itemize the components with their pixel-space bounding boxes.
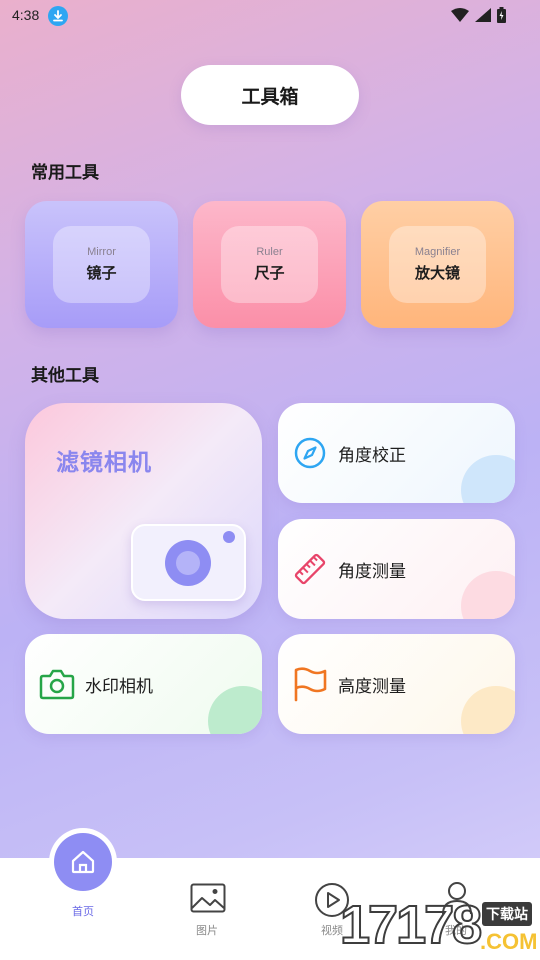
nav-home-label[interactable]: 首页 (53, 903, 113, 919)
site-watermark: 17178 下载站 .COM (339, 894, 540, 960)
angle-measure-label: 角度测量 (338, 561, 406, 582)
magnifier-tool-subtitle: Magnifier (414, 246, 461, 258)
status-time: 4:38 (12, 7, 40, 23)
section-title-other: 其他工具 (31, 366, 99, 386)
filter-camera-label: 滤镜相机 (56, 450, 152, 476)
height-measure-card[interactable]: 高度测量 (278, 634, 515, 734)
home-icon (71, 850, 95, 874)
flag-icon (292, 666, 328, 702)
ruler-tool-label: 尺子 (254, 264, 285, 282)
nav-home-button[interactable] (54, 833, 112, 891)
angle-correct-card[interactable]: 角度校正 (278, 403, 515, 503)
angle-correct-label: 角度校正 (338, 445, 406, 466)
camera-icon (39, 666, 75, 702)
camera-icon (131, 524, 246, 601)
watermark-com: .COM (480, 929, 538, 954)
magnifier-tool-inner: Magnifier 放大镜 (389, 226, 486, 303)
watermark-digits: 17178 (339, 894, 483, 956)
mirror-tool-subtitle: Mirror (87, 246, 116, 258)
ruler-tool-card[interactable]: Ruler 尺子 (193, 201, 346, 328)
battery-icon (497, 7, 506, 23)
mirror-tool-label: 镜子 (86, 264, 117, 282)
wifi-icon (451, 8, 469, 22)
filter-camera-card[interactable]: 滤镜相机 (25, 403, 262, 619)
height-measure-label: 高度测量 (338, 676, 406, 697)
magnifier-tool-card[interactable]: Magnifier 放大镜 (361, 201, 514, 328)
mirror-tool-card[interactable]: Mirror 镜子 (25, 201, 178, 328)
angle-measure-card[interactable]: 角度测量 (278, 519, 515, 619)
image-icon[interactable] (190, 883, 226, 913)
magnifier-tool-label: 放大镜 (414, 264, 460, 282)
ruler-tool-inner: Ruler 尺子 (221, 226, 318, 303)
watermark-camera-label: 水印相机 (85, 676, 153, 697)
ruler-tool-subtitle: Ruler (256, 246, 283, 258)
nav-image-label[interactable]: 图片 (177, 922, 237, 938)
watermark-box: 下载站 (482, 902, 532, 926)
ruler-icon (292, 551, 328, 587)
status-bar: 4:38 (0, 0, 540, 34)
page-title: 工具箱 (181, 65, 359, 125)
compass-icon (292, 435, 328, 471)
section-title-common: 常用工具 (31, 163, 99, 183)
signal-icon (475, 8, 491, 22)
watermark-camera-card[interactable]: 水印相机 (25, 634, 262, 734)
mirror-tool-inner: Mirror 镜子 (53, 226, 150, 303)
download-icon (48, 6, 68, 26)
